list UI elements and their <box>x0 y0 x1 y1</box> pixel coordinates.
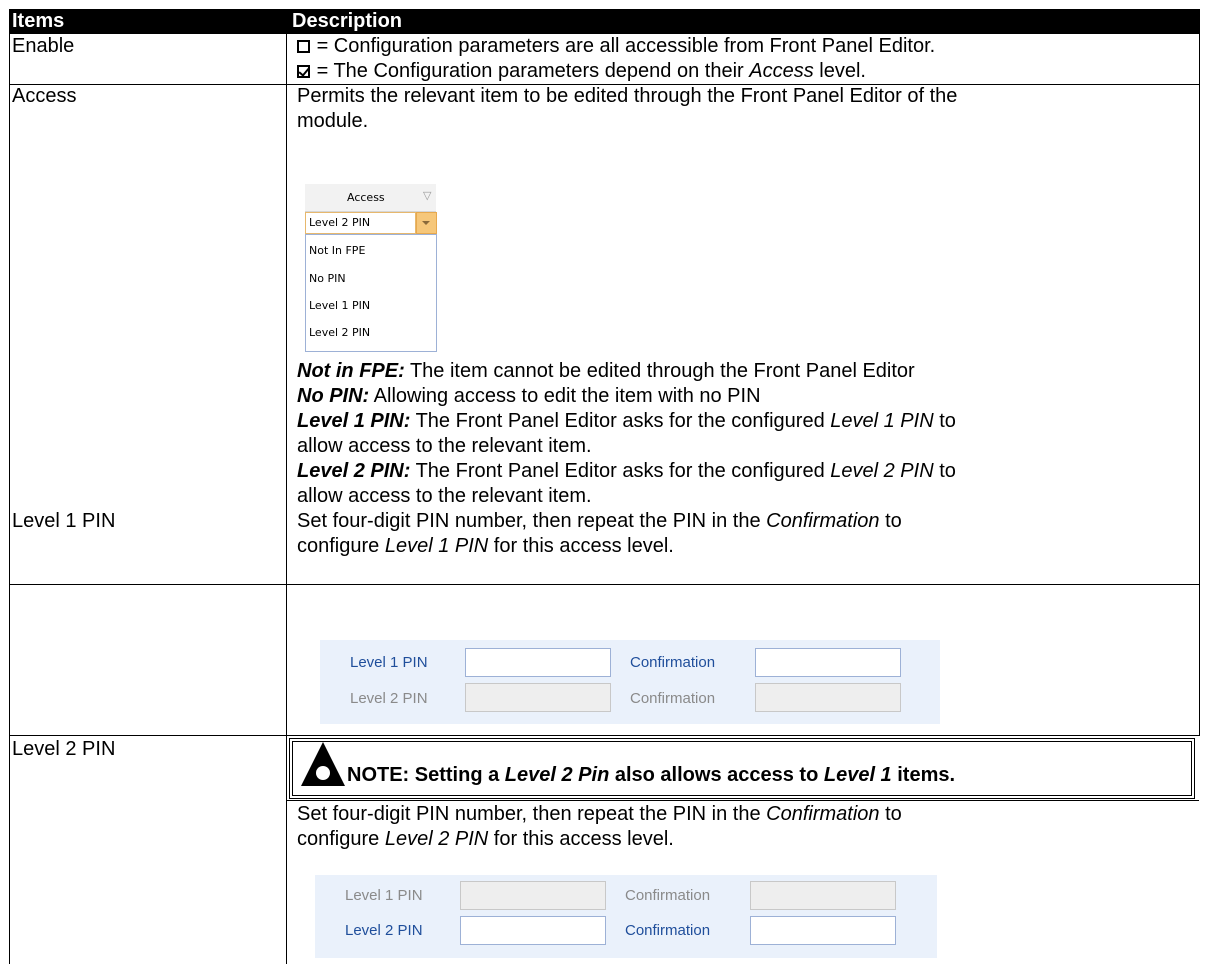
desc-text: configure <box>297 535 385 557</box>
level1-pin-label: Level 1 PIN <box>350 654 428 671</box>
desc-text: Set four-digit PIN number, then repeat t… <box>297 510 767 532</box>
option-level-2-pin[interactable]: Level 2 PIN <box>309 326 370 339</box>
header-description: Description <box>292 10 403 32</box>
level2-pin-input[interactable] <box>460 916 606 945</box>
confirmation-label-disabled: Confirmation <box>625 887 711 904</box>
desc-text: to <box>879 803 902 825</box>
level2-pin-panel: Level 1 PIN Confirmation Level 2 PIN Con… <box>315 875 937 958</box>
table-border-left <box>9 34 10 964</box>
access-options-list: Not In FPE No PIN Level 1 PIN Level 2 PI… <box>305 234 437 352</box>
item-enable: Enable <box>12 35 75 57</box>
option-not-in-fpe[interactable]: Not In FPE <box>309 244 365 257</box>
level1-pin-panel: Level 1 PIN Confirmation Level 2 PIN Con… <box>320 640 940 724</box>
level1-desc-line2: configure Level 1 PIN for this access le… <box>297 534 674 559</box>
desc-text: for this access level. <box>488 535 674 557</box>
def-term: Level 2 PIN: <box>297 460 411 482</box>
access-desc-line1: Permits the relevant item to be edited t… <box>297 85 958 107</box>
confirmation-label-disabled: Confirmation <box>630 690 716 707</box>
level1-pin-input-disabled <box>460 881 606 910</box>
def-italic: Level 2 PIN <box>830 460 934 482</box>
desc-italic: Confirmation <box>766 510 880 532</box>
level2-pin-label: Level 2 PIN <box>350 690 428 707</box>
enable-checked-line: = The Configuration parameters depend on… <box>297 59 866 84</box>
access-selected-value: Level 2 PIN <box>309 216 371 229</box>
access-desc-line2: module. <box>297 110 369 132</box>
access-column-header[interactable]: Access ▽ <box>305 184 436 212</box>
level2-pin-label: Level 2 PIN <box>345 922 423 939</box>
unchecked-box-icon <box>297 40 310 53</box>
checked-box-icon <box>297 65 310 78</box>
level2-desc-line1: Set four-digit PIN number, then repeat t… <box>297 802 902 827</box>
table-header: Items Description <box>9 9 1200 34</box>
access-dropdown: Access ▽ Level 2 PIN Not In FPE No PIN L… <box>305 184 438 354</box>
row-divider <box>286 800 1199 801</box>
level1-confirmation-input[interactable] <box>755 648 901 677</box>
level2-confirmation-input-disabled <box>755 683 901 712</box>
def-term: Not in FPE: <box>297 360 405 382</box>
def-level-2-pin-cont: allow access to the relevant item. <box>297 485 592 507</box>
access-column-label: Access <box>347 191 385 204</box>
enable-checked-text: = The Configuration parameters depend on… <box>316 60 750 82</box>
option-level-1-pin[interactable]: Level 1 PIN <box>309 299 370 312</box>
warning-icon <box>301 742 345 786</box>
note-part: items. <box>891 764 956 786</box>
def-not-in-fpe: Not in FPE: The item cannot be edited th… <box>297 359 915 384</box>
header-items: Items <box>12 10 65 32</box>
desc-text: configure <box>297 828 385 850</box>
def-text: to <box>933 410 956 432</box>
def-text: The Front Panel Editor asks for the conf… <box>410 460 831 482</box>
enable-checked-suffix: level. <box>813 60 866 82</box>
level1-desc-line1: Set four-digit PIN number, then repeat t… <box>297 509 902 534</box>
note-italic: Level 1 <box>823 764 892 786</box>
level1-confirmation-input-disabled <box>750 881 896 910</box>
level1-pin-label-disabled: Level 1 PIN <box>345 887 423 904</box>
access-select[interactable]: Level 2 PIN <box>305 212 416 234</box>
note-part: NOTE: Setting a <box>347 764 505 786</box>
level1-pin-input[interactable] <box>465 648 611 677</box>
table-border-mid <box>286 34 287 964</box>
desc-text: for this access level. <box>488 828 674 850</box>
def-level-2-pin: Level 2 PIN: The Front Panel Editor asks… <box>297 459 956 484</box>
level2-pin-input-disabled <box>465 683 611 712</box>
desc-italic: Confirmation <box>766 803 880 825</box>
enable-checked-italic: Access <box>749 60 814 82</box>
def-no-pin: No PIN: Allowing access to edit the item… <box>297 384 761 409</box>
confirmation-label: Confirmation <box>625 922 711 939</box>
level2-confirmation-input[interactable] <box>750 916 896 945</box>
item-level-2-pin: Level 2 PIN <box>12 738 116 760</box>
table-border-right <box>1199 34 1200 736</box>
desc-text: Set four-digit PIN number, then repeat t… <box>297 803 767 825</box>
enable-unchecked-text: = Configuration parameters are all acces… <box>316 35 936 57</box>
row-divider <box>9 735 1200 736</box>
row-divider <box>9 584 1200 585</box>
note-italic: Level 2 Pin <box>504 764 610 786</box>
item-level-1-pin: Level 1 PIN <box>12 510 116 532</box>
def-text: Allowing access to edit the item with no… <box>369 385 761 407</box>
note-text: NOTE: Setting a Level 2 Pin also allows … <box>347 764 955 787</box>
note-box: NOTE: Setting a Level 2 Pin also allows … <box>289 738 1195 799</box>
enable-unchecked-line: = Configuration parameters are all acces… <box>297 34 935 59</box>
item-access: Access <box>12 85 77 107</box>
note-part: also allows access to <box>609 764 824 786</box>
filter-icon[interactable]: ▽ <box>423 189 431 202</box>
option-no-pin[interactable]: No PIN <box>309 272 346 285</box>
chevron-down-icon[interactable] <box>416 212 437 234</box>
level2-desc-line2: configure Level 2 PIN for this access le… <box>297 827 674 852</box>
def-term: Level 1 PIN: <box>297 410 411 432</box>
def-level-1-pin: Level 1 PIN: The Front Panel Editor asks… <box>297 409 956 434</box>
desc-italic: Level 2 PIN <box>384 828 489 850</box>
desc-text: to <box>879 510 902 532</box>
def-level-1-pin-cont: allow access to the relevant item. <box>297 435 592 457</box>
def-text: The Front Panel Editor asks for the conf… <box>410 410 831 432</box>
desc-italic: Level 1 PIN <box>384 535 489 557</box>
confirmation-label: Confirmation <box>630 654 716 671</box>
def-text: to <box>933 460 956 482</box>
def-text: The item cannot be edited through the Fr… <box>404 360 915 382</box>
def-term: No PIN: <box>297 385 370 407</box>
def-italic: Level 1 PIN <box>830 410 934 432</box>
